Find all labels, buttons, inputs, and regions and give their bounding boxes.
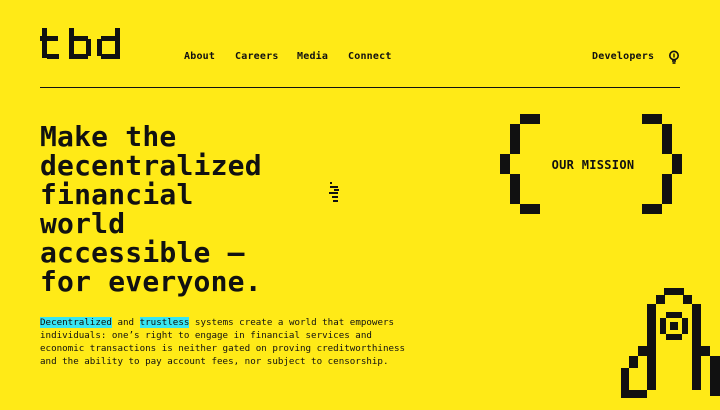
lightbulb-icon[interactable] (668, 50, 680, 64)
nav-about[interactable]: About (184, 51, 215, 62)
scroll-indicator-icon (329, 182, 339, 202)
description-connector: and (111, 317, 140, 328)
nav-careers[interactable]: Careers (235, 51, 279, 62)
hero-headline: Make the decentralized financial world a… (40, 122, 330, 296)
nav-media[interactable]: Media (297, 51, 328, 62)
header-divider (40, 87, 680, 88)
rocket-illustration (621, 288, 720, 398)
nav-connect[interactable]: Connect (348, 51, 392, 62)
headline-line: Make the (40, 120, 177, 153)
headline-line: accessible – (40, 236, 245, 269)
tbd-logo[interactable] (40, 25, 122, 63)
headline-line: financial (40, 178, 194, 211)
headline-line: world (40, 207, 126, 240)
highlight-decentralized: Decentralized (40, 317, 112, 328)
mission-label[interactable]: OUR MISSION (500, 158, 686, 172)
nav-developers[interactable]: Developers (592, 51, 654, 62)
highlight-trustless: trustless (139, 317, 190, 328)
headline-line: decentralized (40, 149, 262, 182)
mission-description: Decentralized and trustless systems crea… (40, 316, 420, 368)
headline-line: for everyone. (40, 265, 262, 298)
